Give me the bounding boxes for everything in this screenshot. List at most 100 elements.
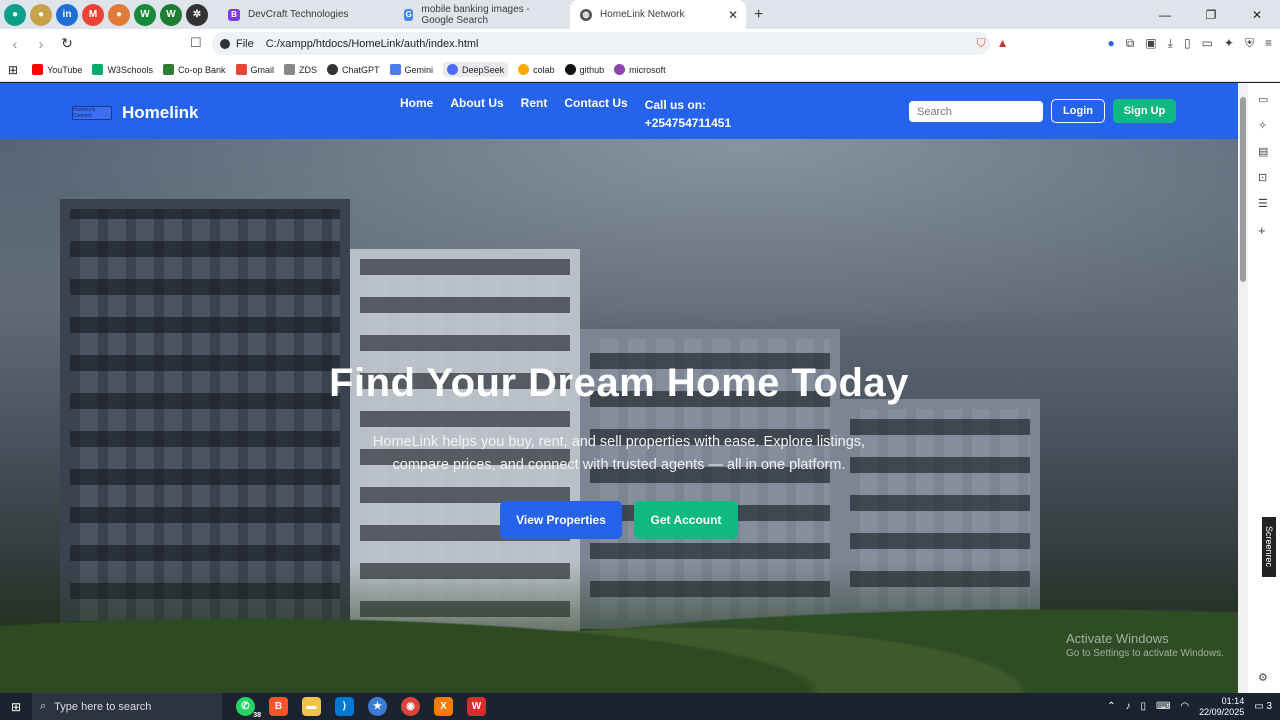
- bookmark-icon[interactable]: ☐: [190, 35, 202, 51]
- wifi-icon[interactable]: ◠: [1180, 701, 1189, 712]
- forward-icon[interactable]: ›: [30, 36, 52, 52]
- pinned-tab-icon[interactable]: ●: [30, 3, 52, 26]
- close-tab-icon[interactable]: ✕: [728, 8, 738, 22]
- brave-icon[interactable]: B: [269, 697, 288, 716]
- bookmark-colab[interactable]: colab: [518, 64, 555, 75]
- xampp-icon[interactable]: X: [434, 697, 453, 716]
- tab-homelink[interactable]: ◍ HomeLink Network ✕: [570, 0, 746, 29]
- nav-about-us[interactable]: About Us: [450, 96, 503, 132]
- nav-rent[interactable]: Rent: [521, 96, 548, 132]
- chatgpt-icon: [327, 64, 339, 75]
- view-properties-button[interactable]: View Properties: [500, 501, 622, 539]
- windows-start-icon[interactable]: ⊞: [0, 700, 32, 714]
- youtube-icon: [32, 64, 44, 75]
- gmail-tab-icon[interactable]: M: [82, 3, 104, 26]
- bookmark-label: ChatGPT: [342, 64, 380, 75]
- download-icon[interactable]: ⤓: [1168, 36, 1173, 51]
- keyboard-icon[interactable]: ⌨: [1156, 701, 1170, 712]
- extensions-icon[interactable]: ⧉: [1126, 36, 1135, 51]
- bookmark-youtube[interactable]: YouTube: [32, 64, 82, 75]
- brave-rewards-icon[interactable]: ▲: [997, 36, 1009, 51]
- bookmark-zds[interactable]: ZDS: [284, 64, 317, 75]
- taskbar-search-placeholder: Type here to search: [54, 700, 152, 713]
- browser-tab-bar: ● ● in M ● W W ✲ B DevCraft Technologies…: [0, 0, 1280, 29]
- bookmarks-panel-icon[interactable]: ⊡: [1258, 171, 1267, 184]
- menu-icon[interactable]: ≡: [1265, 36, 1272, 51]
- page-scrollbar[interactable]: [1238, 83, 1248, 693]
- address-bar[interactable]: File C:/xampp/htdocs/HomeLink/auth/index…: [212, 32, 990, 55]
- time: 01:14: [1221, 695, 1245, 706]
- screenshot-icon[interactable]: ▣: [1145, 36, 1156, 51]
- new-tab-button[interactable]: +: [754, 6, 763, 24]
- tab-devcraft[interactable]: B DevCraft Technologies: [218, 0, 394, 29]
- screenrec-widget[interactable]: Screenrec: [1262, 517, 1276, 577]
- bookmark-label: Co-op Bank: [177, 64, 226, 75]
- date: 22/09/2025: [1199, 706, 1245, 717]
- bookmark-chatgpt[interactable]: ChatGPT: [327, 64, 380, 75]
- nav-contact-us[interactable]: Contact Us: [564, 96, 627, 132]
- wallet-icon[interactable]: ▭: [1202, 36, 1213, 51]
- get-account-button[interactable]: Get Account: [634, 501, 738, 539]
- settings-gear-icon[interactable]: ⚙: [1258, 671, 1268, 684]
- bookmark-microsoft[interactable]: microsoft: [614, 64, 666, 75]
- bookmark-gmail[interactable]: Gmail: [235, 64, 275, 75]
- nav-home[interactable]: Home: [400, 96, 433, 132]
- chrome-icon[interactable]: ◉: [401, 697, 420, 716]
- clock[interactable]: 01:14 22/09/2025: [1199, 696, 1244, 718]
- close-window-icon[interactable]: ✕: [1234, 0, 1280, 29]
- wps-icon[interactable]: W: [467, 697, 486, 716]
- login-button[interactable]: Login: [1051, 99, 1105, 123]
- bookmark-coop-bank[interactable]: Co-op Bank: [162, 64, 226, 75]
- wallet-icon[interactable]: ▤: [1258, 145, 1268, 158]
- tab-google-search[interactable]: G mobile banking images - Google Search: [394, 0, 570, 29]
- vscode-icon[interactable]: ⟩: [335, 697, 354, 716]
- app-icon[interactable]: ★: [368, 697, 387, 716]
- back-icon[interactable]: ‹: [4, 36, 26, 52]
- site-info-icon[interactable]: [220, 38, 230, 49]
- reading-list-icon[interactable]: ☰: [1258, 197, 1268, 210]
- microphone-icon[interactable]: ●: [1107, 36, 1114, 51]
- file-explorer-icon[interactable]: ▬: [302, 697, 321, 716]
- tab-title: DevCraft Technologies: [248, 9, 349, 20]
- battery-icon[interactable]: ▯: [1140, 701, 1146, 712]
- media-icon[interactable]: ▭: [1258, 93, 1268, 106]
- hero-section: [0, 139, 1238, 693]
- pinned-tab-icon[interactable]: ●: [4, 3, 26, 26]
- watermark-subtitle: Go to Settings to activate Windows.: [1066, 648, 1224, 659]
- apps-grid-icon[interactable]: ⊞: [8, 63, 18, 77]
- reload-icon[interactable]: ↻: [56, 35, 78, 52]
- whatsapp-icon[interactable]: ✆ 38: [236, 697, 261, 719]
- leo-icon[interactable]: ✧: [1258, 119, 1267, 132]
- url-text[interactable]: C:/xampp/htdocs/HomeLink/auth/index.html: [266, 38, 479, 50]
- taskbar-search[interactable]: ⌕ Type here to search: [32, 693, 222, 720]
- brand[interactable]: HomeLink Connect Homelink: [72, 103, 199, 123]
- bookmark-w3schools[interactable]: W3Schools: [92, 64, 153, 75]
- bookmark-label: Gmail: [250, 64, 275, 75]
- taskbar-apps: ✆ 38 B ▬ ⟩ ★ ◉ X W: [236, 697, 486, 719]
- minimize-icon[interactable]: —: [1142, 0, 1188, 29]
- bookmark-label: microsoft: [629, 64, 666, 75]
- add-panel-icon[interactable]: +: [1258, 223, 1266, 238]
- bookmark-gemini[interactable]: Gemini: [389, 64, 434, 75]
- sidebar-icon[interactable]: ▯: [1184, 36, 1191, 51]
- call-us: Call us on: +254754711451: [645, 96, 731, 132]
- signup-button[interactable]: Sign Up: [1113, 99, 1176, 123]
- pinned-tab-icon[interactable]: in: [56, 3, 78, 26]
- scrollbar-thumb[interactable]: [1240, 97, 1246, 282]
- bookmark-deepseek[interactable]: DeepSeek: [443, 62, 509, 77]
- chatgpt-tab-icon[interactable]: ✲: [186, 3, 208, 26]
- vpn-icon[interactable]: ⛨: [1245, 36, 1254, 51]
- brave-shield-icon[interactable]: ⛉: [977, 36, 986, 51]
- watermark-title: Activate Windows: [1066, 631, 1169, 646]
- maximize-icon[interactable]: ❐: [1188, 0, 1234, 29]
- pinned-tab-icon[interactable]: W: [160, 3, 182, 26]
- leo-ai-icon[interactable]: ✦: [1224, 36, 1234, 51]
- notification-icon[interactable]: ▭ 3: [1254, 701, 1272, 712]
- chevron-up-icon[interactable]: ⌃: [1107, 701, 1115, 712]
- bookmark-github[interactable]: github: [564, 64, 604, 75]
- bookmark-label: Gemini: [404, 64, 434, 75]
- pinned-tab-icon[interactable]: W: [134, 3, 156, 26]
- search-input[interactable]: [909, 101, 1043, 122]
- pinned-tab-icon[interactable]: ●: [108, 3, 130, 26]
- volume-icon[interactable]: ♪: [1125, 701, 1130, 712]
